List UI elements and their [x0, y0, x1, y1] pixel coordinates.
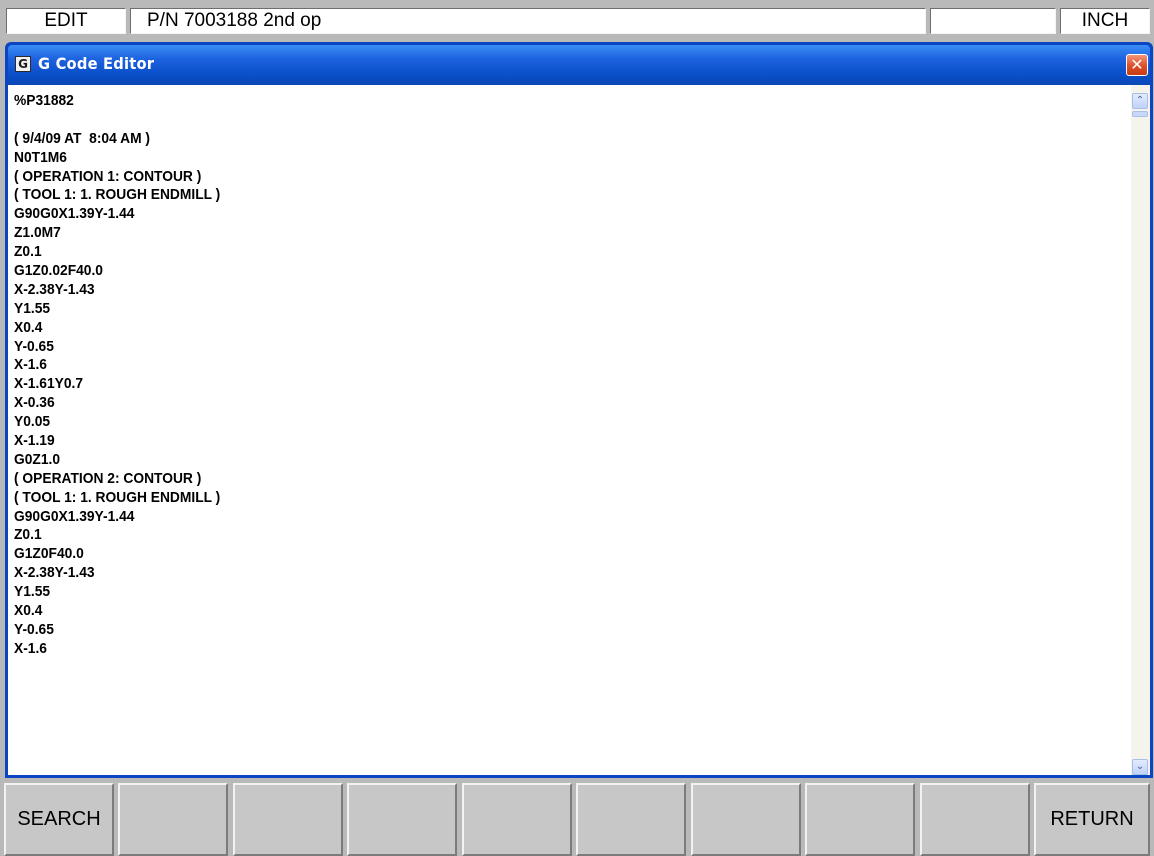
- code-line: X-1.61Y0.7: [14, 375, 84, 393]
- code-line: Z1.0M7: [14, 224, 61, 242]
- scroll-down-button[interactable]: ⌄: [1132, 759, 1148, 775]
- code-line: N0T1M6: [14, 148, 67, 166]
- softkey-bar: SEARCH RETURN: [0, 780, 1154, 856]
- softkey-7[interactable]: [691, 783, 801, 856]
- softkey-4[interactable]: [347, 783, 457, 856]
- code-line: X-2.38Y-1.43: [14, 280, 95, 298]
- code-line: ( TOOL 1: 1. ROUGH ENDMILL ): [14, 186, 221, 204]
- code-line: Y1.55: [14, 583, 51, 601]
- code-line: G1Z0F40.0: [14, 545, 84, 563]
- code-line: Z0.1: [14, 526, 42, 544]
- code-line: Y-0.65: [14, 620, 54, 638]
- code-line: G0Z1.0: [14, 450, 61, 468]
- program-name: P/N 7003188 2nd op: [130, 8, 926, 34]
- code-line: X-1.6: [14, 639, 47, 657]
- code-line: ( TOOL 1: 1. ROUGH ENDMILL ): [14, 488, 221, 506]
- code-line: ( OPERATION 2: CONTOUR ): [14, 469, 202, 487]
- status-blank-field: [930, 8, 1056, 34]
- code-line: Y0.05: [14, 413, 51, 431]
- code-line: X-1.19: [14, 432, 55, 450]
- scroll-up-button[interactable]: ⌃: [1132, 93, 1148, 109]
- softkey-6[interactable]: [576, 783, 686, 856]
- softkey-return[interactable]: RETURN: [1034, 783, 1150, 856]
- units-indicator: INCH: [1060, 8, 1150, 34]
- window-title: G Code Editor: [38, 54, 155, 73]
- softkey-8[interactable]: [805, 783, 915, 856]
- code-line: G90G0X1.39Y-1.44: [14, 507, 135, 525]
- softkey-5[interactable]: [462, 783, 572, 856]
- softkey-3[interactable]: [233, 783, 343, 856]
- code-listing[interactable]: %P31882( 9/4/09 AT 8:04 AM ) N0T1M6( OPER…: [14, 92, 220, 659]
- g-code-editor-window: G G Code Editor ✕ %P31882 ( 9/4/09 AT 8:0…: [5, 42, 1153, 778]
- code-line: G90G0X1.39Y-1.44: [14, 205, 135, 223]
- code-line: Y-0.65: [14, 337, 54, 355]
- code-line: Y1.55: [14, 299, 51, 317]
- close-button[interactable]: ✕: [1126, 54, 1148, 76]
- scroll-thumb[interactable]: [1132, 111, 1148, 117]
- code-line: X0.4: [14, 318, 43, 336]
- code-editor-area[interactable]: %P31882( 9/4/09 AT 8:04 AM ) N0T1M6( OPER…: [8, 85, 1131, 775]
- g-code-app-icon: G: [15, 56, 31, 72]
- window-titlebar[interactable]: G G Code Editor ✕: [8, 45, 1150, 85]
- mode-indicator: EDIT: [6, 8, 126, 34]
- code-line: ( 9/4/09 AT 8:04 AM ): [14, 129, 151, 147]
- code-line: Z0.1: [14, 243, 42, 261]
- code-line: %P31882: [14, 92, 74, 109]
- vertical-scrollbar[interactable]: ⌃ ⌄: [1131, 85, 1150, 775]
- code-line: X-0.36: [14, 394, 55, 412]
- code-line: ( OPERATION 1: CONTOUR ): [14, 167, 202, 185]
- code-line: X0.4: [14, 602, 43, 620]
- code-line: G1Z0.02F40.0: [14, 262, 103, 280]
- softkey-9[interactable]: [920, 783, 1030, 856]
- status-bar: EDIT P/N 7003188 2nd op INCH: [0, 0, 1154, 42]
- code-line: X-1.6: [14, 356, 47, 374]
- code-line: X-2.38Y-1.43: [14, 564, 95, 582]
- softkey-search[interactable]: SEARCH: [4, 783, 114, 856]
- softkey-2[interactable]: [118, 783, 228, 856]
